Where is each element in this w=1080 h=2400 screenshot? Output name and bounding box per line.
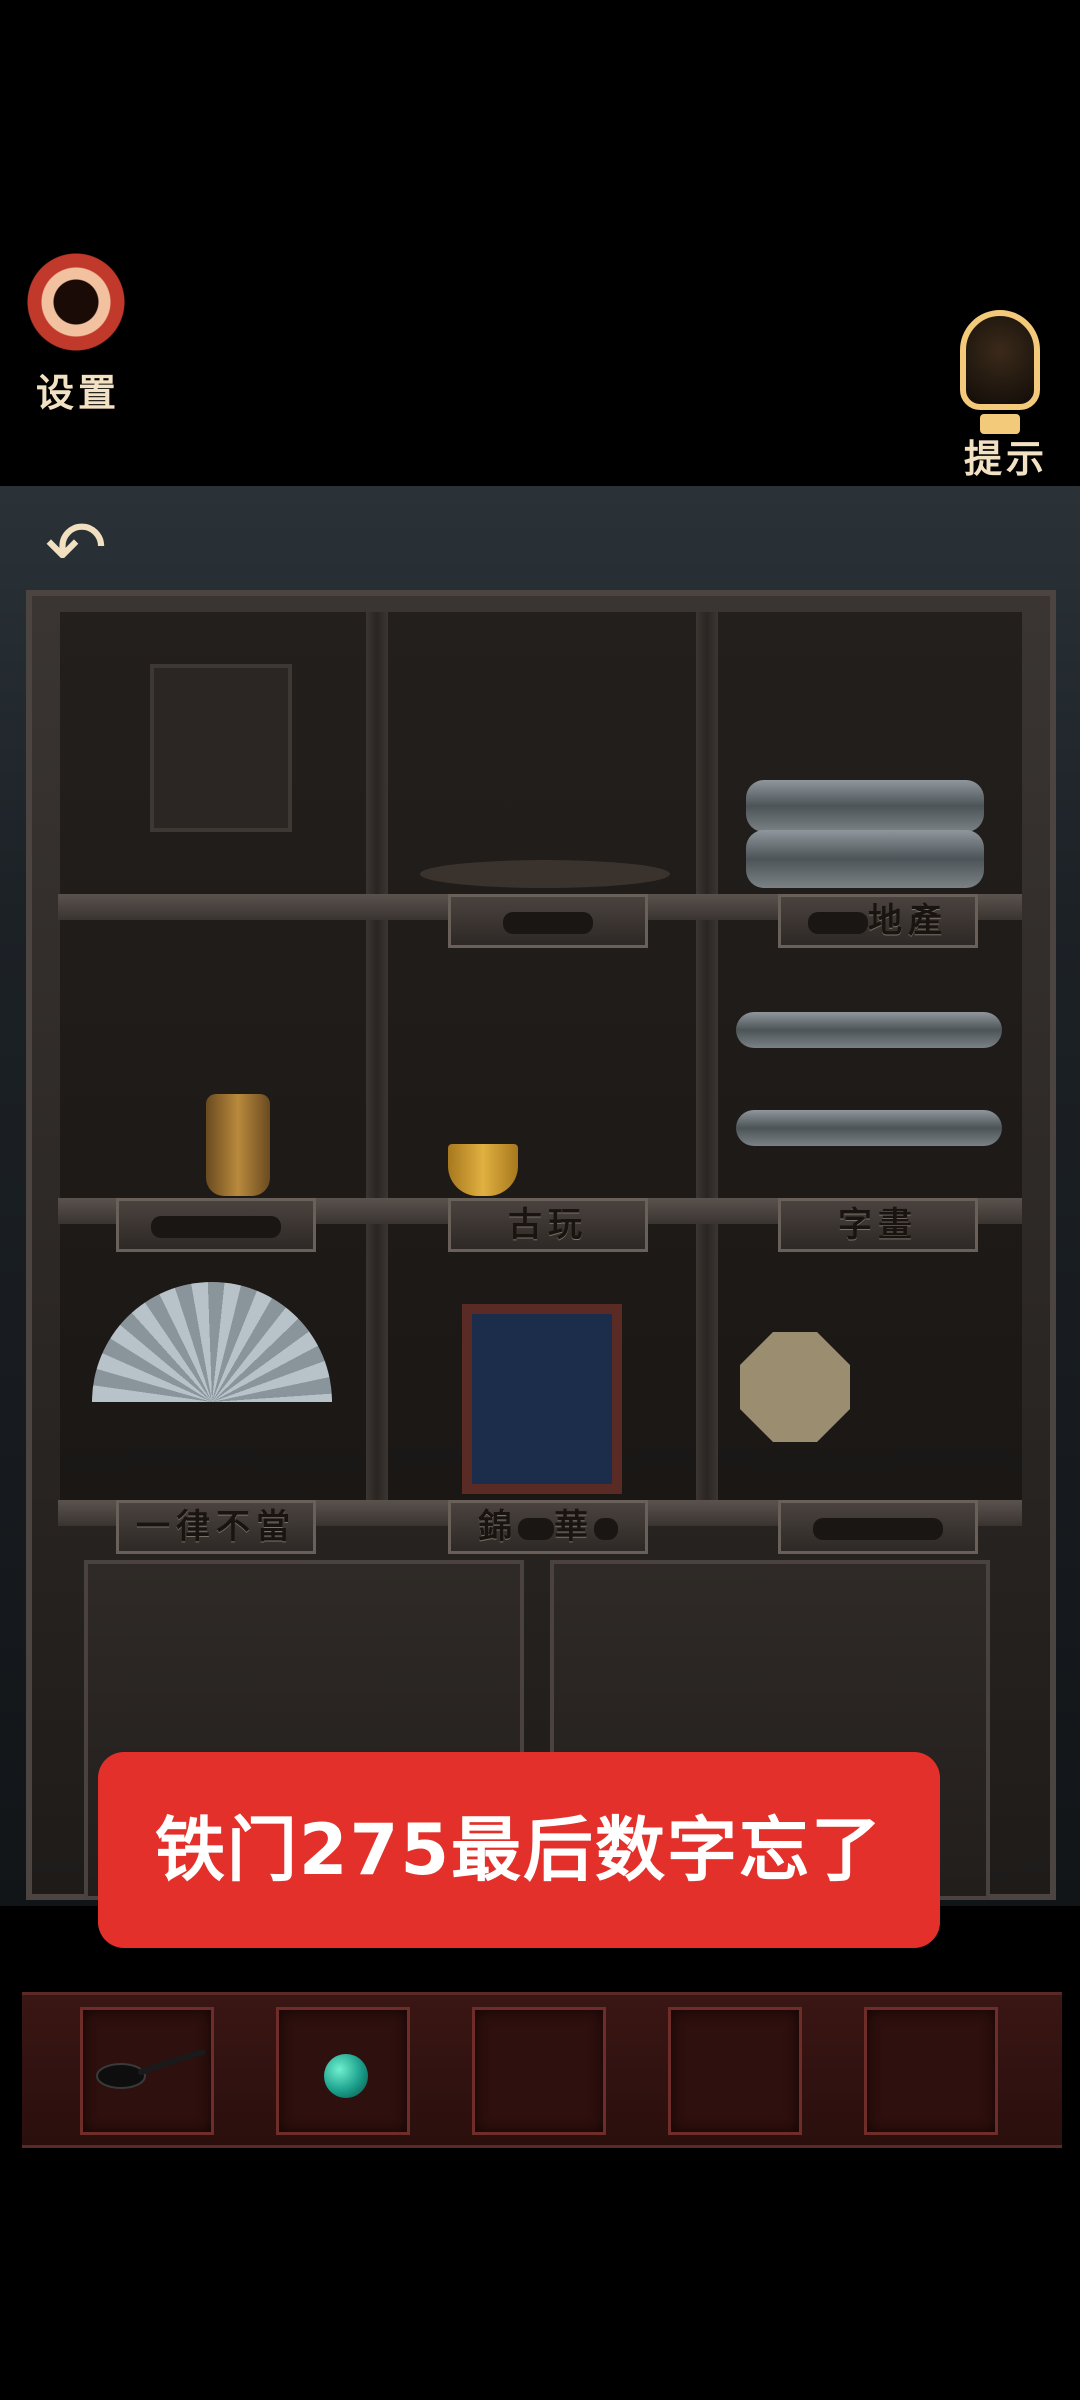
cabinet-divider-right: [696, 612, 718, 1512]
bronze-vase[interactable]: [206, 1094, 270, 1196]
message-banner: 铁门275最后数字忘了: [98, 1752, 940, 1948]
jade-bead-icon: [324, 2054, 368, 2098]
spoon-icon: [96, 2050, 205, 2089]
gear-icon: [24, 250, 128, 354]
inventory-bar: [22, 1992, 1062, 2148]
painting-scroll-bottom[interactable]: [736, 1110, 1002, 1146]
qipao-frame[interactable]: [462, 1304, 622, 1494]
hint-button[interactable]: 提示: [944, 310, 1064, 481]
herb-plate[interactable]: [420, 860, 670, 888]
settings-button[interactable]: 设置: [20, 250, 140, 415]
lightbulb-icon: [960, 310, 1040, 410]
settings-label: 设置: [36, 370, 121, 415]
inventory-slot-5[interactable]: [864, 2007, 998, 2135]
land-deed-roll-bottom[interactable]: [746, 830, 984, 888]
cabinet-divider-left: [366, 612, 388, 1512]
plaque-row1-middle: [448, 894, 648, 948]
plaque-row2-left: [116, 1198, 316, 1252]
inventory-slot-3[interactable]: [472, 2007, 606, 2135]
land-deed-roll-top[interactable]: [746, 780, 984, 832]
plaque-row1-right: 地產: [778, 894, 978, 948]
stone-tablet[interactable]: [150, 664, 292, 832]
bagua-mirror[interactable]: [740, 1332, 850, 1442]
inventory-slot-2[interactable]: [276, 2007, 410, 2135]
plaque-row2-middle: 古玩: [448, 1198, 648, 1252]
inventory-slot-4[interactable]: [668, 2007, 802, 2135]
back-arrow-icon[interactable]: ↶: [36, 508, 116, 588]
gold-cup[interactable]: [448, 1144, 518, 1196]
plaque-row3-right: [778, 1500, 978, 1554]
plaque-row3-middle: 錦華: [448, 1500, 648, 1554]
plaque-row3-left: 一律不當: [116, 1500, 316, 1554]
plaque-row2-right: 字畫: [778, 1198, 978, 1252]
painting-scroll-top[interactable]: [736, 1012, 1002, 1048]
hint-label: 提示: [964, 436, 1049, 481]
inventory-slot-1[interactable]: [80, 2007, 214, 2135]
